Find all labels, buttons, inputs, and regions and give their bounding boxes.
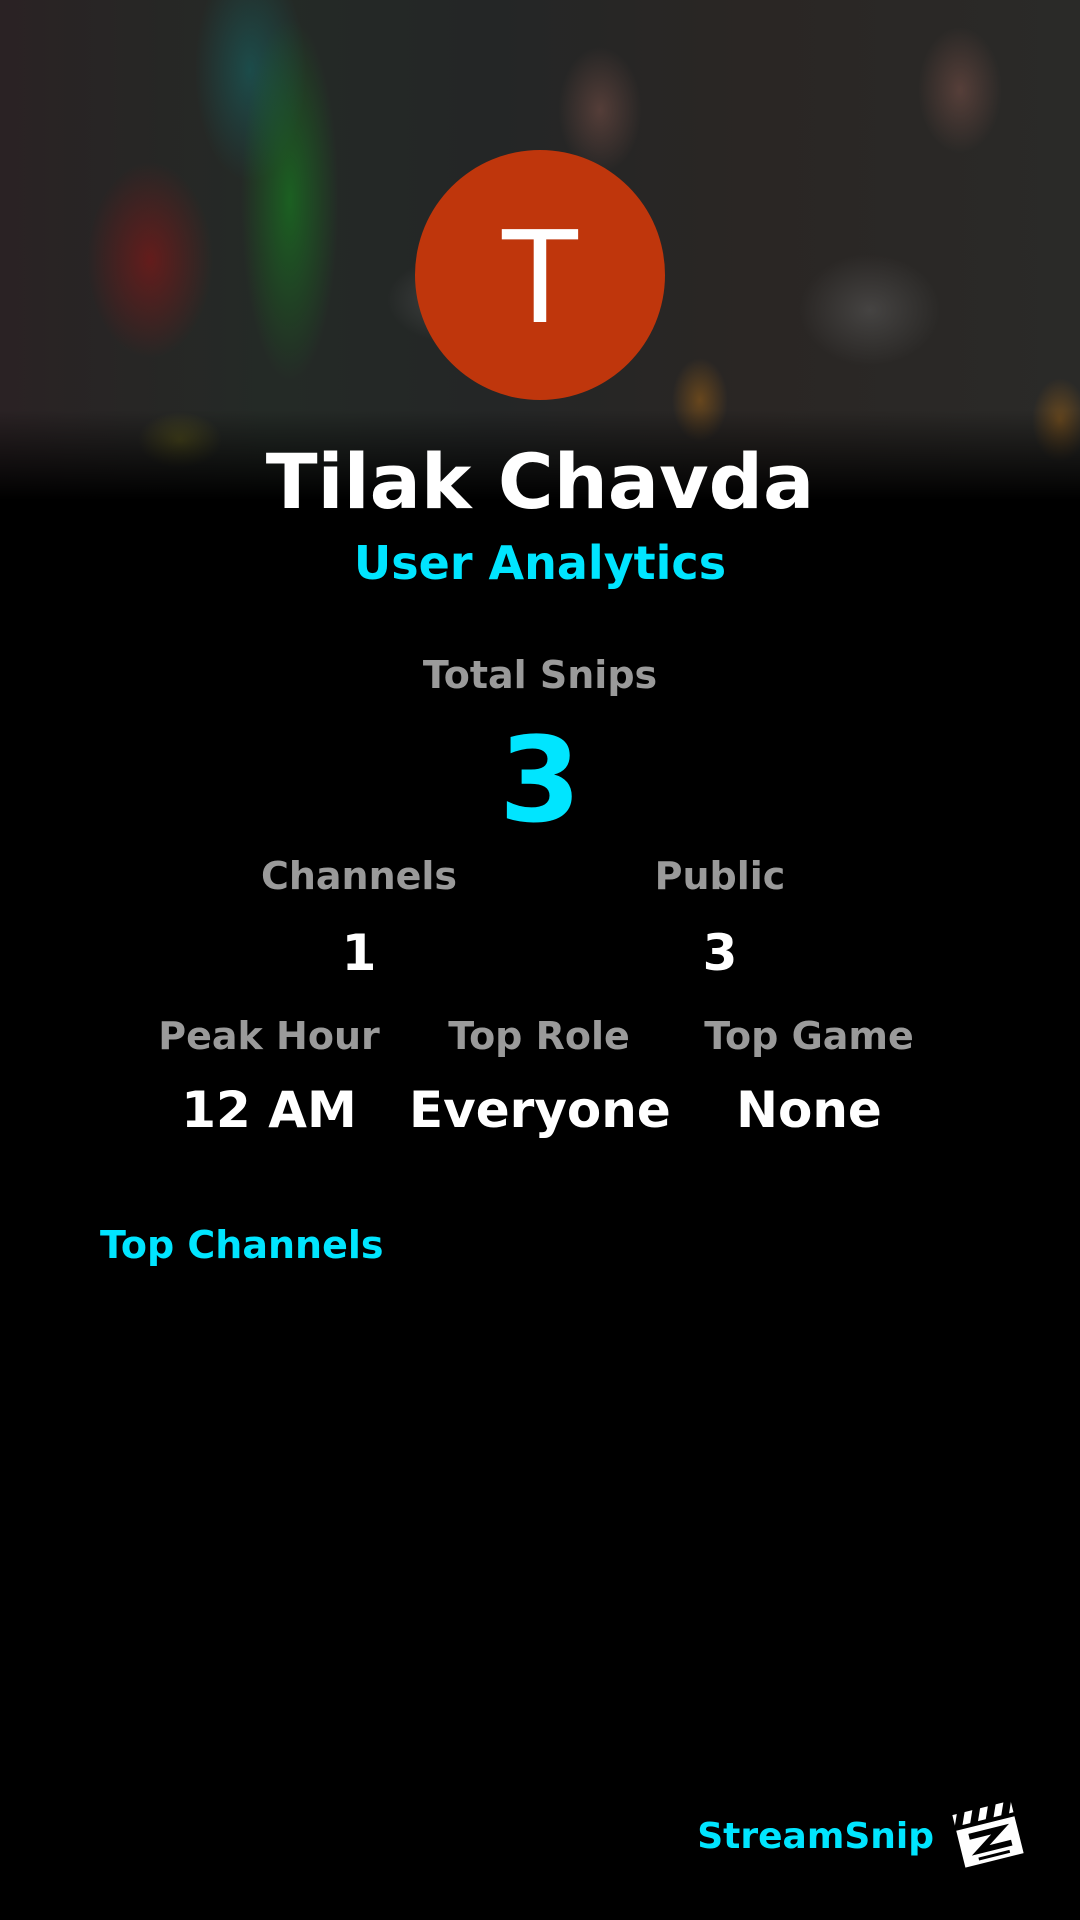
stat-label: Channels (260, 854, 458, 898)
clapperboard-icon (949, 1798, 1027, 1870)
user-name: Tilak Chavda (265, 437, 815, 526)
avatar-letter: T (498, 199, 582, 351)
total-snips-value: 3 (498, 711, 582, 849)
stat-label: Top Game (704, 1014, 914, 1058)
brand-name: StreamSnip (697, 1816, 934, 1857)
stat-top-role: Top Role Everyone (409, 1011, 671, 1145)
top-channels-heading: Top Channels (100, 1223, 384, 1267)
stat-peak-hour: Peak Hour 12 AM (139, 1011, 399, 1145)
stat-label: Top Role (448, 1014, 630, 1058)
stat-value: 12 AM (181, 1081, 357, 1139)
stat-label: Peak Hour (158, 1014, 380, 1058)
stat-label: Public (654, 854, 786, 898)
stat-channels: Channels 1 (229, 851, 489, 988)
total-snips-label: Total Snips (422, 653, 658, 697)
stat-value: 1 (341, 924, 377, 982)
avatar: T (415, 150, 665, 400)
stat-value: 3 (702, 924, 738, 982)
analytics-card: T Tilak Chavda User Analytics Total Snip… (0, 0, 1080, 1920)
stat-top-game: Top Game None (679, 1011, 939, 1145)
stat-value: None (736, 1081, 882, 1139)
page-subtitle: User Analytics (353, 536, 727, 590)
stat-public: Public 3 (590, 851, 850, 988)
stat-value: Everyone (409, 1081, 671, 1139)
